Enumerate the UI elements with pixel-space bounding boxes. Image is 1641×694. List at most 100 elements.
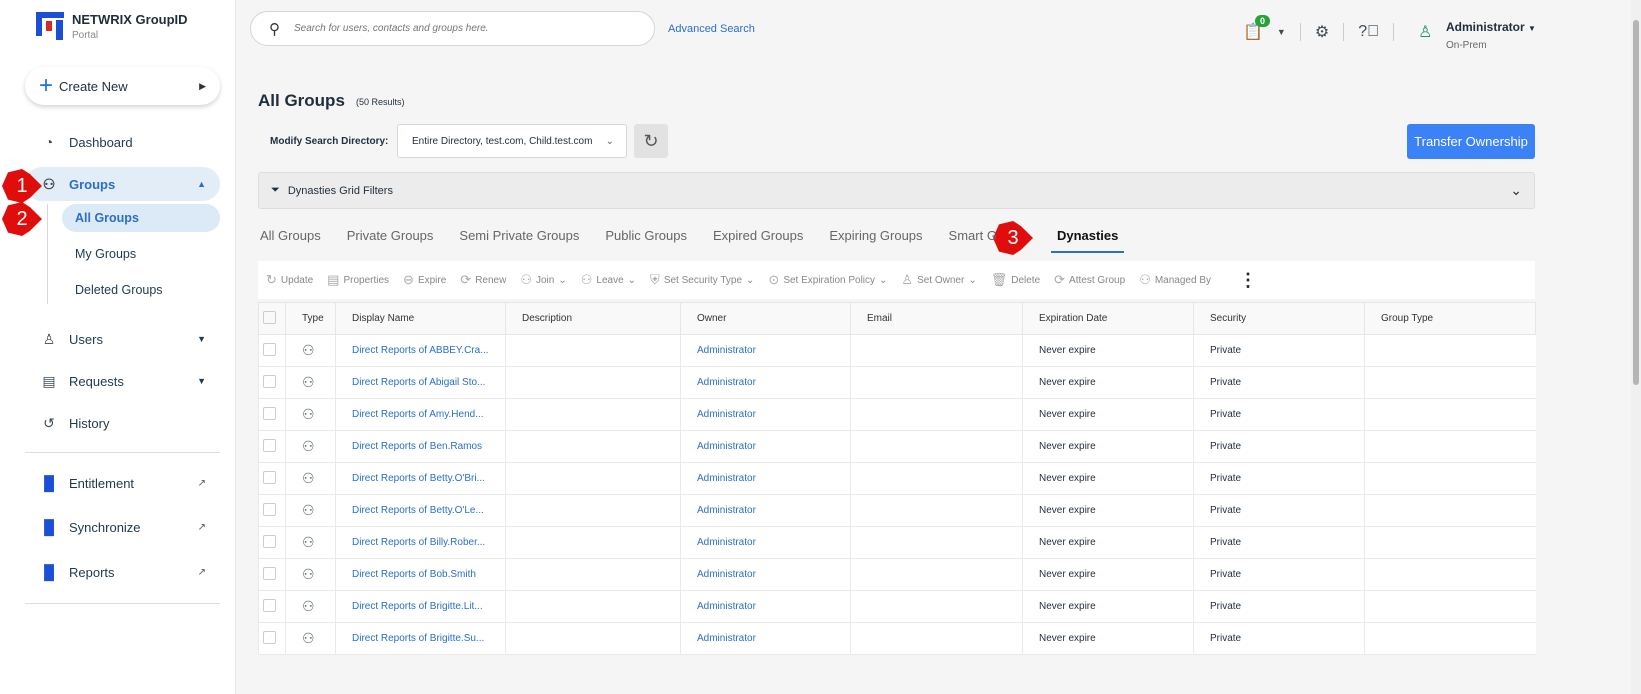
more-actions-icon[interactable]: ⋮: [1239, 270, 1257, 291]
properties-button[interactable]: ▤ Properties: [327, 272, 389, 288]
select-all-checkbox[interactable]: [258, 302, 286, 335]
tab-smart-g[interactable]: Smart G: [949, 228, 997, 243]
tab-dynasties[interactable]: Dynasties: [1050, 228, 1125, 253]
update-button[interactable]: ↻ Update: [266, 272, 313, 288]
column-header-description[interactable]: Description: [505, 302, 681, 335]
table-row[interactable]: ⚇ Direct Reports of Ben.Ramos Administrato…: [258, 430, 1536, 463]
column-header-display-name[interactable]: Display Name: [335, 302, 506, 335]
set-owner-button[interactable]: ♙ Set Owner ⌄: [901, 272, 976, 288]
tab-all-groups[interactable]: All Groups: [260, 228, 321, 243]
sidebar-item-history[interactable]: ↺ History: [25, 406, 220, 440]
row-checkbox[interactable]: [258, 334, 286, 367]
scrollbar[interactable]: [1631, 0, 1641, 694]
table-row[interactable]: ⚇ Direct Reports of Betty.O'Le... Administ…: [258, 494, 1536, 527]
display-name-link[interactable]: Direct Reports of Brigitte.Lit...: [335, 590, 506, 623]
refresh-button[interactable]: ↻: [634, 124, 668, 158]
advanced-search-link[interactable]: Advanced Search: [668, 23, 755, 35]
gear-icon[interactable]: ⚙: [1315, 22, 1329, 42]
set-expiration-policy-button[interactable]: ⊙ Set Expiration Policy ⌄: [768, 272, 887, 288]
column-header-type[interactable]: Type: [285, 302, 336, 335]
tab-semi-private-groups[interactable]: Semi Private Groups: [459, 228, 579, 243]
tab-private-groups[interactable]: Private Groups: [347, 228, 434, 243]
column-header-owner[interactable]: Owner: [680, 302, 851, 335]
search-input[interactable]: [294, 23, 594, 34]
row-checkbox[interactable]: [258, 398, 286, 431]
sidebar-item-my-groups[interactable]: My Groups: [62, 240, 220, 268]
tab-expired-groups[interactable]: Expired Groups: [713, 228, 803, 243]
sidebar-item-deleted-groups[interactable]: Deleted Groups: [62, 276, 220, 304]
caret-down-icon: ▼: [197, 334, 206, 344]
display-name-link[interactable]: Direct Reports of Amy.Hend...: [335, 398, 506, 431]
delete-button[interactable]: 🗑 Delete: [991, 272, 1040, 288]
tab-public-groups[interactable]: Public Groups: [605, 228, 687, 243]
table-row[interactable]: ⚇ Direct Reports of Abigail Sto... Adminis…: [258, 366, 1536, 399]
sidebar-item-entitlement[interactable]: ▐▌ Entitlement ↗: [25, 466, 220, 500]
grid-filters-bar[interactable]: ⏷ Dynasties Grid Filters ⌄: [258, 172, 1535, 209]
column-header-group-type[interactable]: Group Type: [1364, 302, 1536, 335]
owner-link[interactable]: Administrator: [680, 558, 851, 591]
owner-link[interactable]: Administrator: [680, 494, 851, 527]
caret-down-icon[interactable]: ▼: [1277, 27, 1286, 37]
sidebar-item-dashboard[interactable]: ◔ Dashboard: [25, 125, 220, 159]
display-name-link[interactable]: Direct Reports of ABBEY.Cra...: [335, 334, 506, 367]
history-icon: ↺: [43, 414, 55, 431]
owner-link[interactable]: Administrator: [680, 590, 851, 623]
owner-link[interactable]: Administrator: [680, 366, 851, 399]
owner-link[interactable]: Administrator: [680, 334, 851, 367]
set-security-type-button[interactable]: ⛨ Set Security Type ⌄: [650, 272, 754, 288]
owner-link[interactable]: Administrator: [680, 622, 851, 655]
display-name-link[interactable]: Direct Reports of Betty.O'Bri...: [335, 462, 506, 495]
row-checkbox[interactable]: [258, 558, 286, 591]
search-box[interactable]: ⚲: [250, 11, 655, 46]
join-button[interactable]: ⚇ Join ⌄: [520, 272, 566, 288]
row-checkbox[interactable]: [258, 526, 286, 559]
sidebar-item-requests[interactable]: ▤ Requests ▼: [25, 364, 220, 398]
row-checkbox[interactable]: [258, 366, 286, 399]
table-row[interactable]: ⚇ Direct Reports of Amy.Hend... Administra…: [258, 398, 1536, 431]
sidebar-item-groups[interactable]: ⚇ Groups ▲: [25, 167, 220, 201]
dynasty-group-icon: ⚇: [302, 502, 315, 518]
sidebar-item-reports[interactable]: ▐▌ Reports ↗: [25, 555, 220, 589]
owner-link[interactable]: Administrator: [680, 430, 851, 463]
display-name-link[interactable]: Direct Reports of Bob.Smith: [335, 558, 506, 591]
tab-expiring-groups[interactable]: Expiring Groups: [829, 228, 922, 243]
owner-link[interactable]: Administrator: [680, 526, 851, 559]
owner-link[interactable]: Administrator: [680, 398, 851, 431]
leave-button[interactable]: ⚇ Leave ⌄: [581, 272, 636, 288]
user-avatar-icon[interactable]: ♙: [1418, 22, 1432, 42]
renew-button[interactable]: ⟳ Renew: [460, 272, 506, 288]
column-header-security[interactable]: Security: [1193, 302, 1365, 335]
attest-group-button[interactable]: ⟳ Attest Group: [1054, 272, 1125, 288]
table-row[interactable]: ⚇ Direct Reports of Brigitte.Su... Adminis…: [258, 622, 1536, 655]
row-checkbox[interactable]: [258, 590, 286, 623]
table-row[interactable]: ⚇ Direct Reports of Bob.Smith Administrato…: [258, 558, 1536, 591]
row-checkbox[interactable]: [258, 622, 286, 655]
table-row[interactable]: ⚇ Direct Reports of Brigitte.Lit... Admini…: [258, 590, 1536, 623]
column-header-email[interactable]: Email: [850, 302, 1023, 335]
display-name-link[interactable]: Direct Reports of Ben.Ramos: [335, 430, 506, 463]
sidebar-item-users[interactable]: ♙ Users ▼: [25, 322, 220, 356]
row-checkbox[interactable]: [258, 494, 286, 527]
display-name-link[interactable]: Direct Reports of Abigail Sto...: [335, 366, 506, 399]
label: Properties: [343, 274, 390, 286]
transfer-ownership-button[interactable]: Transfer Ownership: [1407, 124, 1535, 159]
column-header-expiration-date[interactable]: Expiration Date: [1022, 302, 1194, 335]
display-name-link[interactable]: Direct Reports of Brigitte.Su...: [335, 622, 506, 655]
display-name-link[interactable]: Direct Reports of Betty.O'Le...: [335, 494, 506, 527]
sidebar-item-synchronize[interactable]: ▐▌ Synchronize ↗: [25, 510, 220, 544]
expire-button[interactable]: ⊖ Expire: [403, 272, 446, 288]
table-row[interactable]: ⚇ Direct Reports of Betty.O'Bri... Adminis…: [258, 462, 1536, 495]
table-row[interactable]: ⚇ Direct Reports of Billy.Rober... Adminis…: [258, 526, 1536, 559]
notifications-button[interactable]: 📋 0: [1243, 15, 1271, 42]
display-name-link[interactable]: Direct Reports of Billy.Rober...: [335, 526, 506, 559]
managed-by-button[interactable]: ⚇ Managed By: [1139, 272, 1211, 288]
row-checkbox[interactable]: [258, 462, 286, 495]
sidebar-item-all-groups[interactable]: All Groups: [62, 204, 220, 232]
table-row[interactable]: ⚇ Direct Reports of ABBEY.Cra... Administr…: [258, 334, 1536, 367]
help-icon[interactable]: ?⃝: [1358, 23, 1379, 41]
owner-link[interactable]: Administrator: [680, 462, 851, 495]
row-checkbox[interactable]: [258, 430, 286, 463]
directory-select[interactable]: Entire Directory, test.com, Child.test.c…: [397, 124, 627, 158]
create-new-button[interactable]: + Create New ▶: [25, 67, 220, 105]
user-menu[interactable]: Administrator ▼ On-Prem: [1446, 20, 1536, 51]
